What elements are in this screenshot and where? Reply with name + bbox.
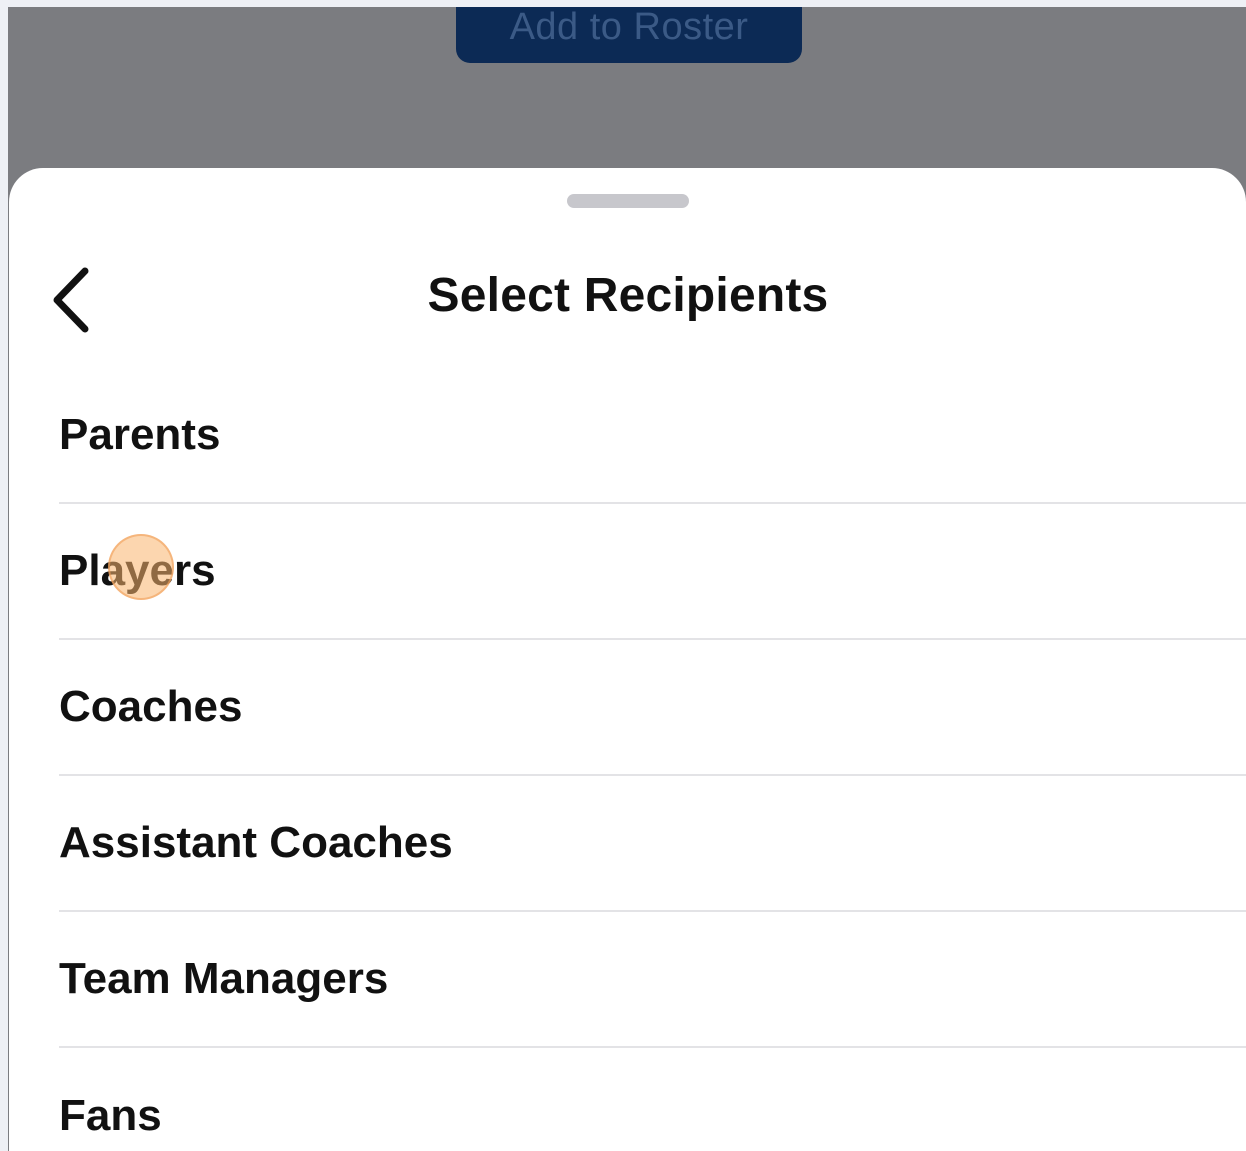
sheet-title: Select Recipients bbox=[427, 269, 829, 322]
recipient-item-team-managers[interactable]: Team Managers bbox=[59, 912, 1246, 1048]
recipient-item-fans[interactable]: Fans bbox=[59, 1048, 1246, 1151]
recipient-item-coaches[interactable]: Coaches bbox=[59, 640, 1246, 776]
recipient-item-label: Team Managers bbox=[59, 954, 389, 1003]
recipient-list: Parents Players Coaches Assistant Coache… bbox=[59, 368, 1246, 1151]
recipient-item-label: Parents bbox=[59, 410, 221, 459]
recipient-item-assistant-coaches[interactable]: Assistant Coaches bbox=[59, 776, 1246, 912]
recipient-item-label: Assistant Coaches bbox=[59, 818, 453, 867]
screen: Add to Roster Select Recipients Parents … bbox=[8, 7, 1246, 1151]
select-recipients-sheet: Select Recipients Parents Players Coache… bbox=[9, 168, 1246, 1151]
add-to-roster-button: Add to Roster bbox=[456, 7, 802, 63]
recipient-item-label: Coaches bbox=[59, 682, 243, 731]
recipient-item-label: Players bbox=[59, 546, 216, 595]
recipient-item-parents[interactable]: Parents bbox=[59, 368, 1246, 504]
sheet-grabber-handle[interactable] bbox=[567, 194, 689, 208]
recipient-item-players[interactable]: Players bbox=[59, 504, 1246, 640]
recipient-item-label: Fans bbox=[59, 1091, 162, 1140]
